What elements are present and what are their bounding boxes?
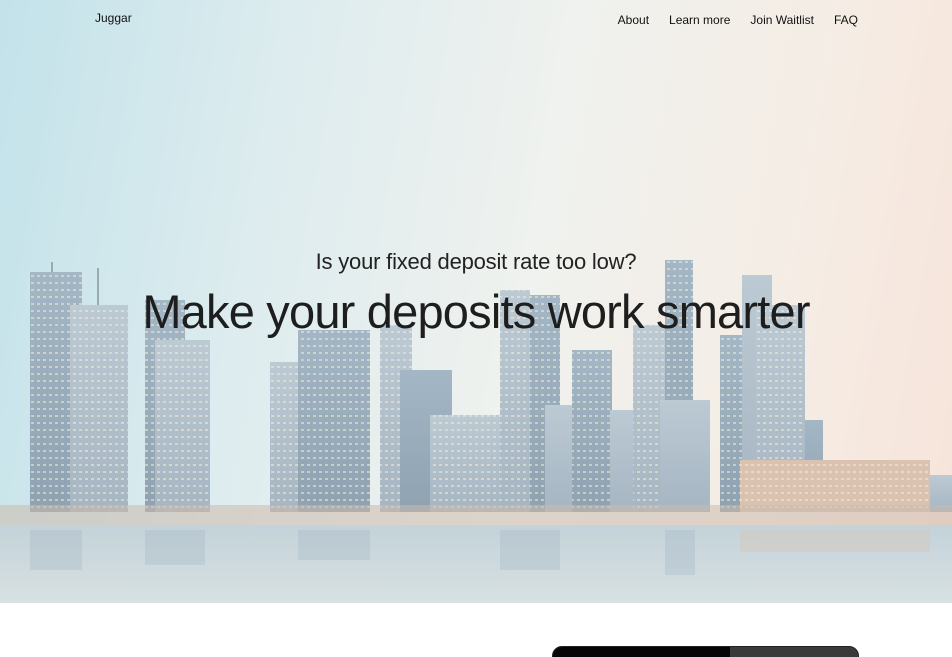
hero-tagline: Is your fixed deposit rate too low? xyxy=(315,249,637,274)
nav-link-join-waitlist[interactable]: Join Waitlist xyxy=(750,13,814,27)
brand-logo-link[interactable]: Juggar xyxy=(95,11,132,25)
nav-link-about[interactable]: About xyxy=(618,13,649,27)
nav-item-join-waitlist: Join Waitlist xyxy=(750,11,814,29)
nav-link-learn-more[interactable]: Learn more xyxy=(669,13,730,27)
nav-item-about: About xyxy=(618,11,649,29)
phone-mockup-image xyxy=(552,646,859,657)
nav-link-faq[interactable]: FAQ xyxy=(834,13,858,27)
nav-item-learn-more: Learn more xyxy=(669,11,730,29)
landing-page: Juggar About Learn more Join Waitlist FA… xyxy=(0,0,952,657)
nav-item-faq: FAQ xyxy=(834,11,858,29)
hero-section: Juggar About Learn more Join Waitlist FA… xyxy=(0,0,952,603)
main-nav: About Learn more Join Waitlist FAQ xyxy=(618,11,858,29)
hero-headline: Make your deposits work smarter xyxy=(142,285,810,338)
